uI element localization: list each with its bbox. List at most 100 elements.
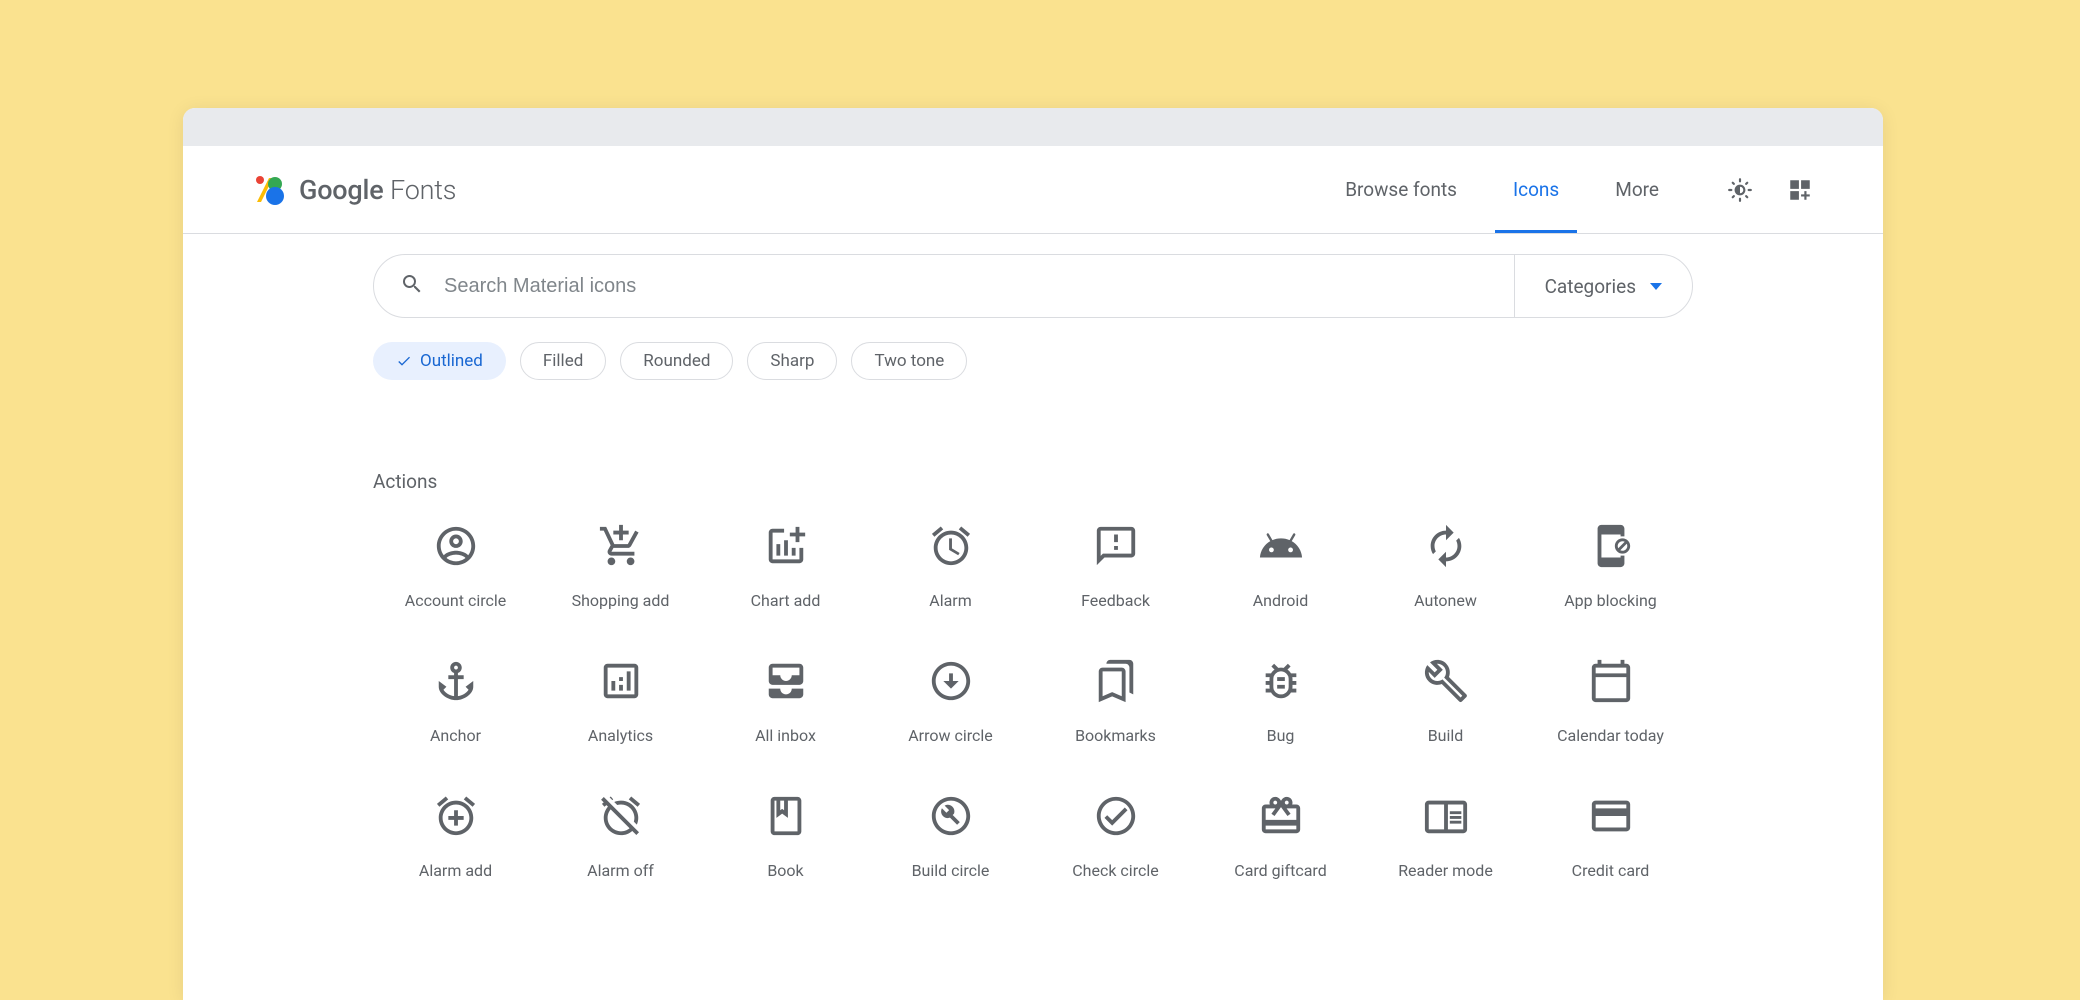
icon-arrow-circle[interactable]: Arrow circle (868, 658, 1033, 745)
add-chart-icon (763, 523, 809, 569)
icon-label: Bookmarks (1075, 726, 1156, 745)
icon-alarm-off[interactable]: Alarm off (538, 793, 703, 880)
icon-shopping-add[interactable]: Shopping add (538, 523, 703, 610)
icon-label: Feedback (1081, 591, 1150, 610)
chip-label: Filled (543, 351, 583, 371)
icon-label: Build circle (912, 861, 990, 880)
book-icon (763, 793, 809, 839)
icon-label: Anchor (430, 726, 481, 745)
nav: Browse fonts Icons More (1317, 146, 1687, 233)
brand-word-1: Google (299, 174, 383, 206)
analytics-icon (598, 658, 644, 704)
chevron-down-icon (1650, 283, 1662, 290)
chip-outlined[interactable]: Outlined (373, 342, 506, 380)
calendar-today-icon (1588, 658, 1634, 704)
icon-label: Shopping add (572, 591, 670, 610)
android-icon (1258, 523, 1304, 569)
card-giftcard-icon (1258, 793, 1304, 839)
icon-account-circle[interactable]: Account circle (373, 523, 538, 610)
google-fonts-logo-icon (253, 174, 285, 206)
icon-label: Reader mode (1398, 861, 1493, 880)
icon-chart-add[interactable]: Chart add (703, 523, 868, 610)
style-chips: Outlined Filled Rounded Sharp Two tone (373, 342, 1693, 380)
icon-label: Card giftcard (1234, 861, 1326, 880)
theme-toggle-icon[interactable] (1727, 177, 1753, 203)
icon-label: Credit card (1572, 861, 1650, 880)
alarm-off-icon (598, 793, 644, 839)
app-blocking-icon (1588, 523, 1634, 569)
alarm-add-icon (433, 793, 479, 839)
app-window: Google Fonts Browse fonts Icons More (183, 108, 1883, 1000)
icon-credit-card[interactable]: Credit card (1528, 793, 1693, 880)
icon-label: Alarm (929, 591, 971, 610)
icon-label: Analytics (588, 726, 653, 745)
chip-sharp[interactable]: Sharp (747, 342, 837, 380)
bug-report-icon (1258, 658, 1304, 704)
icon-label: Alarm off (587, 861, 654, 880)
icon-check-circle[interactable]: Check circle (1033, 793, 1198, 880)
all-inbox-icon (763, 658, 809, 704)
icon-bookmarks[interactable]: Bookmarks (1033, 658, 1198, 745)
window-titlebar (183, 108, 1883, 146)
icon-analytics[interactable]: Analytics (538, 658, 703, 745)
build-icon (1423, 658, 1469, 704)
icon-feedback[interactable]: Feedback (1033, 523, 1198, 610)
feedback-icon (1093, 523, 1139, 569)
icon-label: Bug (1267, 726, 1295, 745)
search-input[interactable] (444, 275, 1488, 298)
dashboard-customize-icon[interactable] (1787, 177, 1813, 203)
icon-anchor[interactable]: Anchor (373, 658, 538, 745)
icon-all-inbox[interactable]: All inbox (703, 658, 868, 745)
chip-rounded[interactable]: Rounded (620, 342, 733, 380)
bookmarks-icon (1093, 658, 1139, 704)
nav-browse-fonts[interactable]: Browse fonts (1317, 146, 1485, 233)
icon-label: All inbox (755, 726, 816, 745)
credit-card-icon (1588, 793, 1634, 839)
icon-book[interactable]: Book (703, 793, 868, 880)
icon-label: Book (767, 861, 803, 880)
section-title: Actions (373, 470, 1693, 493)
account-circle-icon (433, 523, 479, 569)
icon-reader-mode[interactable]: Reader mode (1363, 793, 1528, 880)
brand-word-2: Fonts (390, 174, 456, 206)
chrome-reader-mode-icon (1423, 793, 1469, 839)
build-circle-icon (928, 793, 974, 839)
icon-bug[interactable]: Bug (1198, 658, 1363, 745)
icon-label: App blocking (1564, 591, 1657, 610)
categories-label: Categories (1545, 275, 1636, 298)
icon-label: Build (1428, 726, 1464, 745)
icon-label: Account circle (405, 591, 506, 610)
nav-more[interactable]: More (1587, 146, 1687, 233)
brand-text: Google Fonts (299, 174, 456, 206)
content: Categories Outlined Filled Rounded Sharp… (183, 234, 1883, 880)
chip-twotone[interactable]: Two tone (851, 342, 967, 380)
icon-alarm-add[interactable]: Alarm add (373, 793, 538, 880)
icon-alarm[interactable]: Alarm (868, 523, 1033, 610)
add-shopping-cart-icon (598, 523, 644, 569)
logo-block[interactable]: Google Fonts (253, 174, 456, 206)
icon-label: Check circle (1072, 861, 1158, 880)
anchor-icon (433, 658, 479, 704)
alarm-icon (928, 523, 974, 569)
icon-label: Calendar today (1557, 726, 1664, 745)
icon-build-circle[interactable]: Build circle (868, 793, 1033, 880)
nav-icons[interactable]: Icons (1485, 146, 1587, 233)
icon-build[interactable]: Build (1363, 658, 1528, 745)
autorenew-icon (1423, 523, 1469, 569)
icon-card-giftcard[interactable]: Card giftcard (1198, 793, 1363, 880)
search-main[interactable] (374, 255, 1514, 317)
icon-label: Autonew (1414, 591, 1477, 610)
icon-autonew[interactable]: Autonew (1363, 523, 1528, 610)
check-icon (396, 353, 412, 369)
arrow-circle-down-icon (928, 658, 974, 704)
search-bar: Categories (373, 254, 1693, 318)
icon-label: Arrow circle (908, 726, 993, 745)
categories-dropdown[interactable]: Categories (1515, 255, 1692, 317)
search-icon (400, 272, 424, 300)
chip-filled[interactable]: Filled (520, 342, 606, 380)
header: Google Fonts Browse fonts Icons More (183, 146, 1883, 234)
chip-label: Two tone (874, 351, 944, 371)
icon-android[interactable]: Android (1198, 523, 1363, 610)
icon-app-blocking[interactable]: App blocking (1528, 523, 1693, 610)
icon-calendar-today[interactable]: Calendar today (1528, 658, 1693, 745)
